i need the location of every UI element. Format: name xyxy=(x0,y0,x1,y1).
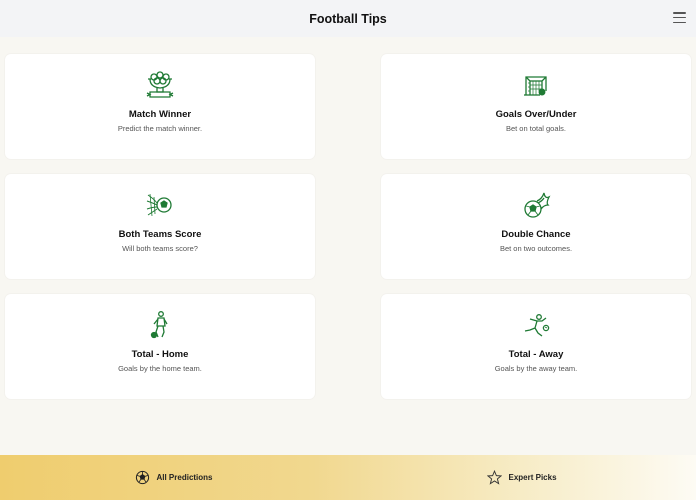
nav-all-predictions[interactable]: All Predictions xyxy=(0,455,348,500)
card-total-away[interactable]: Total - Away Goals by the away team. xyxy=(381,294,691,399)
flaming-ball-icon xyxy=(519,188,553,222)
card-title: Double Chance xyxy=(501,229,571,240)
nav-label: All Predictions xyxy=(156,473,213,482)
card-match-winner[interactable]: Match Winner Predict the match winner. xyxy=(5,54,315,159)
app-header: Football Tips xyxy=(0,0,696,37)
card-title: Both Teams Score xyxy=(118,229,202,240)
app-root: Football Tips Match Winner Predict the m… xyxy=(0,0,696,500)
goal-net-icon xyxy=(519,68,553,102)
card-goals-over-under[interactable]: Goals Over/Under Bet on total goals. xyxy=(381,54,691,159)
player-away-icon xyxy=(519,308,553,342)
nav-label: Expert Picks xyxy=(508,473,557,482)
card-description: Will both teams score? xyxy=(122,244,198,253)
page-title: Football Tips xyxy=(309,11,387,26)
card-title: Total - Away xyxy=(508,349,564,360)
card-double-chance[interactable]: Double Chance Bet on two outcomes. xyxy=(381,174,691,279)
hamburger-menu-icon[interactable] xyxy=(673,12,686,23)
card-title: Goals Over/Under xyxy=(495,109,577,120)
card-title: Total - Home xyxy=(131,349,189,360)
card-description: Bet on total goals. xyxy=(505,124,567,133)
soccer-ball-icon xyxy=(136,470,150,485)
nav-expert-picks[interactable]: Expert Picks xyxy=(348,455,696,500)
card-total-home[interactable]: Total - Home Goals by the home team. xyxy=(5,294,315,399)
card-description: Bet on two outcomes. xyxy=(499,244,573,253)
card-both-teams-score[interactable]: Both Teams Score Will both teams score? xyxy=(5,174,315,279)
star-icon xyxy=(487,470,503,485)
trophy-balls-icon xyxy=(143,68,177,102)
player-home-icon xyxy=(143,308,177,342)
card-title: Match Winner xyxy=(128,109,192,120)
card-description: Goals by the home team. xyxy=(118,364,202,373)
card-description: Goals by the away team. xyxy=(494,364,578,373)
ball-net-icon xyxy=(143,188,177,222)
card-description: Predict the match winner. xyxy=(117,124,203,133)
bottom-navigation: All Predictions Expert Picks xyxy=(0,455,696,500)
